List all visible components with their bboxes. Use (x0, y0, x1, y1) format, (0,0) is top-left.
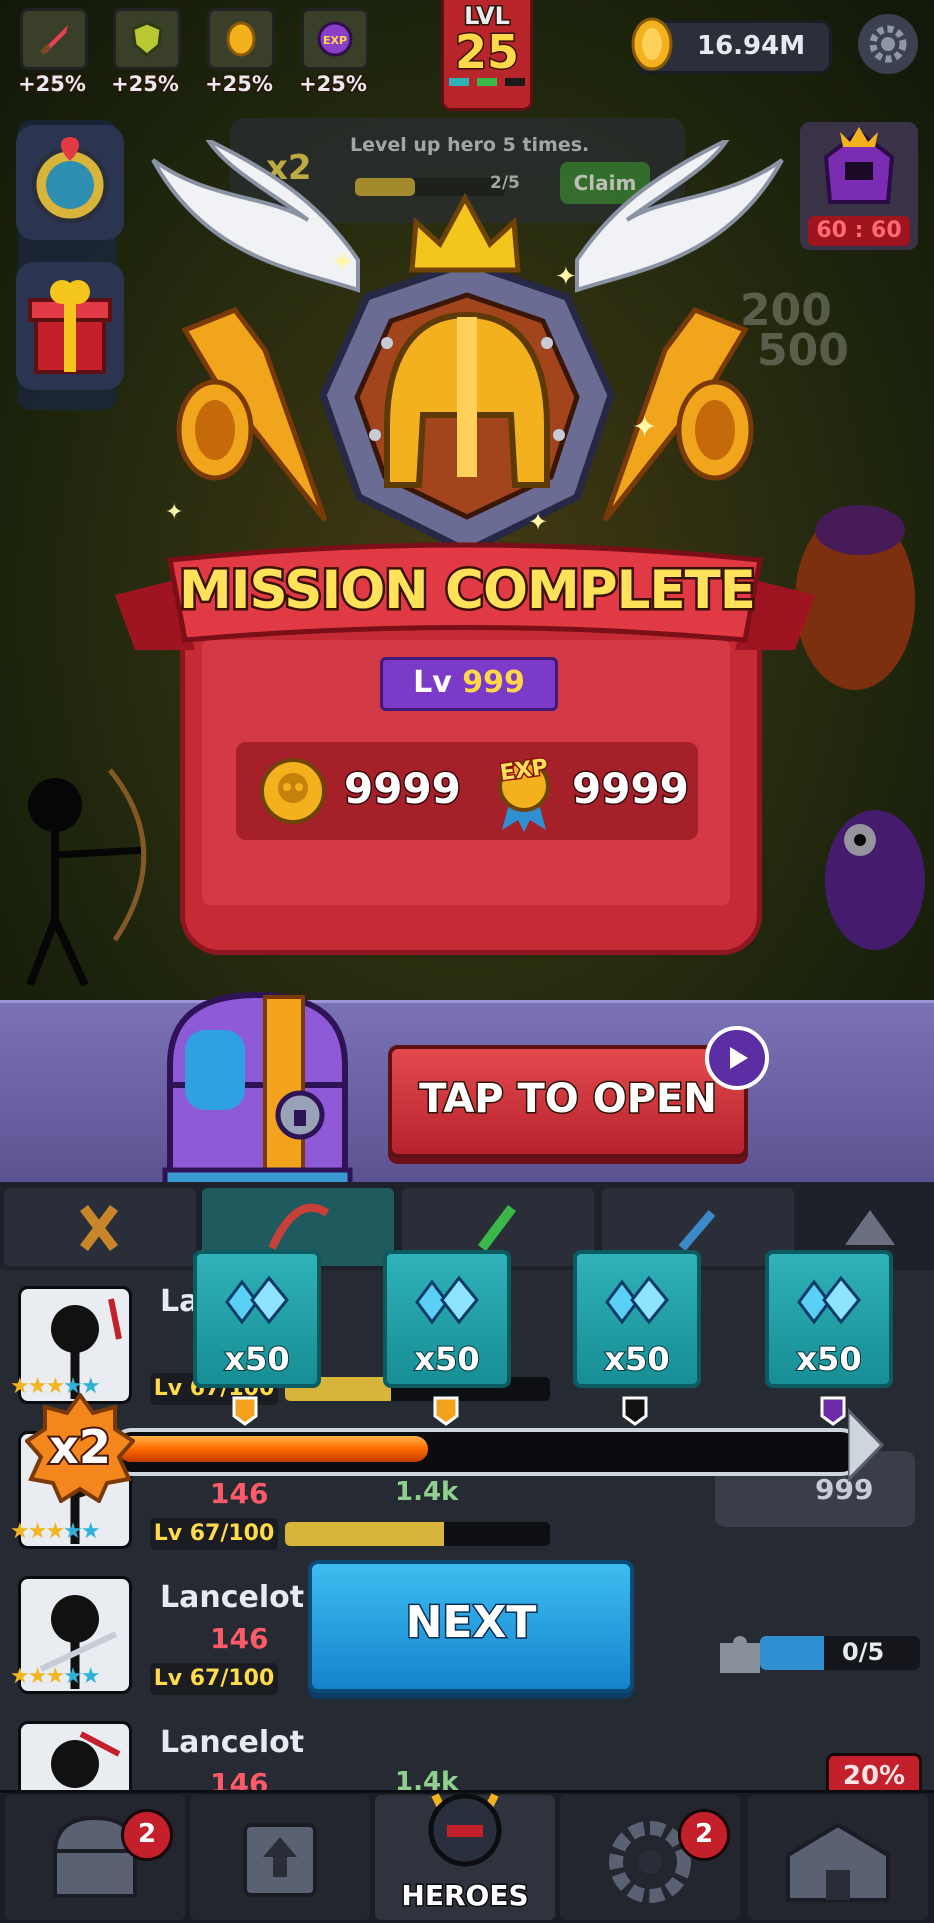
blue-gems-icon (797, 1275, 861, 1325)
buff-value: +25% (110, 71, 181, 98)
multiplier-text: x2 (47, 1418, 113, 1476)
boss-timer: 60 : 60 (808, 216, 910, 246)
gem-milestone-card: x50 (193, 1250, 321, 1388)
boss-challenge-button[interactable]: 60 : 60 (800, 122, 918, 250)
reward-level-tag: Lv 999 (380, 657, 558, 711)
coin-reward-amount: 9999 (343, 763, 463, 815)
exp-medal-icon: EXP (488, 750, 560, 832)
nav-chests[interactable]: 2 (5, 1795, 185, 1920)
hero-name: Lancelot (160, 1580, 305, 1615)
tab-warriors[interactable] (4, 1188, 196, 1266)
nav-castle[interactable] (748, 1795, 928, 1920)
gift-box-button[interactable] (16, 262, 124, 390)
sparkle-icon: ✦ (632, 410, 658, 445)
milestone-marker (232, 1396, 258, 1426)
blue-gems-icon (605, 1275, 669, 1325)
buff-exp[interactable]: EXP +25% (298, 8, 373, 98)
buff-attack[interactable]: +25% (17, 8, 92, 98)
shield-icon (113, 8, 181, 70)
gold-coin-icon (631, 17, 673, 71)
hero-stars: ★★★★★ (10, 1519, 101, 1544)
svg-text:EXP: EXP (323, 34, 347, 47)
blue-gems-icon (225, 1275, 289, 1325)
skull-coin-icon (260, 758, 326, 824)
nav-heroes[interactable]: HEROES (375, 1793, 555, 1920)
gem-milestone-count: x50 (795, 1339, 862, 1379)
shard-count: 0/5 (842, 1638, 885, 1666)
gem-milestone-card: x50 (573, 1250, 701, 1388)
purple-chest-icon[interactable] (150, 975, 365, 1200)
nav-badge: 2 (678, 1809, 730, 1861)
gem-milestone-card: x50 (383, 1250, 511, 1388)
exp-reward-amount: 9999 (571, 763, 691, 815)
blue-gems-icon (415, 1275, 479, 1325)
nav-gear[interactable]: 2 (560, 1795, 740, 1920)
buff-gold[interactable]: +25% (204, 8, 279, 98)
milestone-marker (820, 1396, 846, 1426)
hero-level: Lv 67/100 (150, 1663, 278, 1695)
sparkle-icon: ✦ (165, 500, 184, 525)
video-ad-icon (705, 1026, 769, 1090)
crown-icon (409, 192, 521, 273)
boss-helmet-icon (823, 127, 895, 204)
sparkle-icon: ✦ (330, 245, 356, 280)
level-pips (444, 78, 530, 86)
buff-value: +25% (204, 71, 275, 98)
gem-milestone-count: x50 (413, 1339, 480, 1379)
milestone-marker (433, 1396, 459, 1426)
mission-text: Level up hero 5 times. (350, 134, 590, 156)
collapse-arrow-icon[interactable] (840, 1200, 900, 1254)
next-button[interactable]: NEXT (308, 1560, 634, 1693)
hero-level-bar (285, 1522, 550, 1546)
reward-level-prefix: Lv (413, 665, 452, 700)
purple-monster (825, 810, 925, 950)
heroes-helmet-icon (428, 1793, 502, 1867)
gift-icon (28, 280, 112, 374)
mission-progress: 2/5 (490, 173, 520, 193)
hero-attack: 146 (210, 1622, 269, 1655)
floating-damage-number: 500 (757, 325, 849, 376)
milestone-marker (622, 1396, 648, 1426)
hero-stars: ★★★★★ (10, 1664, 101, 1689)
nav-upgrade[interactable] (190, 1795, 370, 1920)
hero-attack: 146 (210, 1477, 269, 1510)
nav-heroes-label: HEROES (400, 1878, 530, 1914)
milestone-progress-fill (118, 1436, 428, 1462)
mission-complete-title: MISSION COMPLETE (177, 558, 759, 624)
map-compass-button[interactable] (16, 125, 124, 240)
gem-milestone-count: x50 (223, 1339, 290, 1379)
settings-gear-icon[interactable] (858, 14, 918, 74)
sword-icon (20, 8, 88, 70)
castle-icon (786, 1822, 890, 1902)
spartan-helmet-medal (319, 259, 615, 555)
buff-value: +25% (17, 71, 88, 98)
sparkle-icon: ✦ (555, 262, 577, 292)
level-value: 25 (453, 25, 520, 79)
sparkle-icon: ✦ (528, 508, 549, 536)
rewards-box: 9999 EXP 9999 (236, 742, 698, 840)
stickman-archer (26, 768, 147, 987)
gem-milestone-count: x50 (603, 1339, 670, 1379)
coin-icon (207, 8, 275, 70)
puzzle-piece-icon (715, 1628, 765, 1682)
reward-level-value: 999 (462, 665, 525, 700)
buff-value: +25% (298, 71, 369, 98)
hero-extra-stat: 1.4k (395, 1477, 459, 1507)
buff-defense[interactable]: +25% (110, 8, 185, 98)
exp-icon: EXP (301, 8, 369, 70)
gem-milestone-card: x50 (765, 1250, 893, 1388)
hero-name: Lancelot (160, 1725, 305, 1760)
nav-badge: 2 (121, 1809, 173, 1861)
upgrade-icon (243, 1823, 317, 1897)
hero-level: Lv 67/100 (150, 1518, 278, 1550)
progress-arrow-icon (848, 1407, 884, 1483)
shard-progress-bar (760, 1636, 920, 1670)
coin-balance-value: 16.94M (697, 31, 806, 61)
tap-to-open-button[interactable]: TAP TO OPEN (388, 1045, 748, 1158)
axes-icon (80, 1205, 118, 1251)
compass-icon (31, 137, 109, 224)
player-level-badge[interactable]: LVL 25 (441, 0, 533, 111)
